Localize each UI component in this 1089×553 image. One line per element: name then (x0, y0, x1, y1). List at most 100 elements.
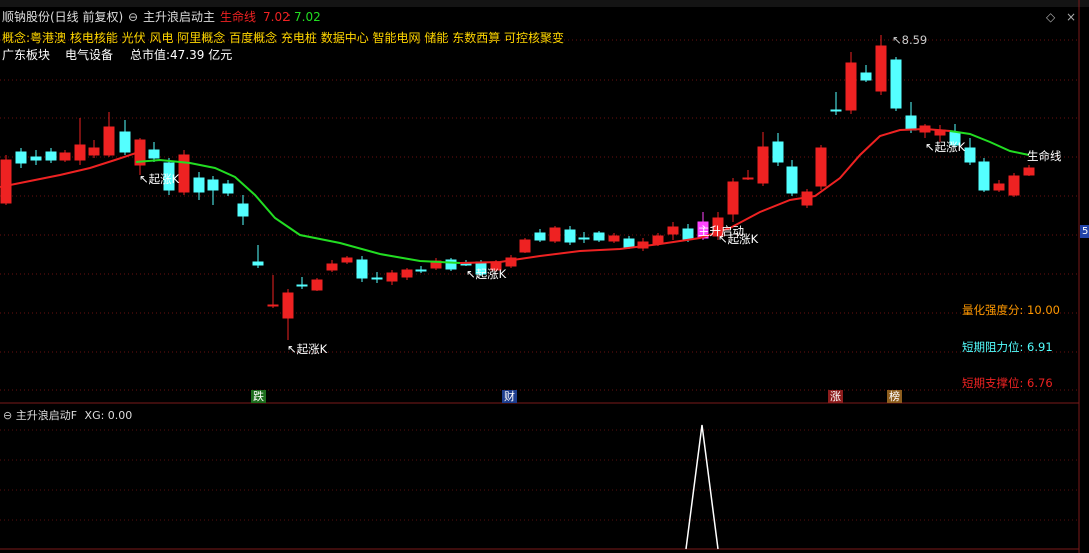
candle-body (267, 304, 279, 307)
start-k-label: ↖起涨K (139, 172, 180, 186)
candle-body (1008, 175, 1020, 196)
candle-body (252, 261, 264, 266)
candlestick (1023, 165, 1035, 176)
candlestick (890, 57, 902, 111)
candle-body (193, 177, 205, 193)
candlestick (757, 132, 769, 186)
start-k-label: ↖起涨K (466, 267, 507, 281)
candlestick (845, 52, 857, 114)
candlestick (30, 150, 42, 165)
candle-body (415, 269, 427, 272)
candle-body (978, 161, 990, 191)
candlestick (519, 238, 531, 253)
candle-body (386, 272, 398, 282)
candle-body (1023, 167, 1035, 176)
candlestick (772, 133, 784, 166)
candle-body (845, 62, 857, 111)
candle-body (519, 239, 531, 253)
candlestick (534, 229, 546, 242)
candlestick (578, 232, 590, 243)
candle-body (45, 151, 57, 161)
sub-signal-panel (685, 424, 719, 550)
candle-body (549, 227, 561, 242)
sub-panel-title: ⊖ 主升浪启动F XG: 0.00 (3, 409, 133, 422)
start-k-label: ↖起涨K (718, 232, 759, 246)
candlestick-series (0, 35, 1035, 340)
candlestick (59, 150, 71, 162)
candlestick (637, 238, 649, 251)
candle-body (148, 149, 160, 159)
candlestick (386, 270, 398, 285)
candle-body (786, 166, 798, 194)
candlestick (282, 289, 294, 340)
candlestick (608, 233, 620, 243)
event-mark-list[interactable]: 榜 (887, 390, 902, 403)
candle-body (772, 141, 784, 163)
candlestick (1008, 173, 1020, 197)
candlestick (311, 278, 323, 291)
candlestick (564, 226, 576, 245)
candle-body (564, 229, 576, 243)
resistance-metric: 短期阻力位: 6.91 (962, 340, 1053, 354)
candlestick (134, 138, 146, 175)
candle-body (119, 131, 131, 153)
event-mark-finance[interactable]: 财 (502, 390, 517, 403)
candlestick (978, 158, 990, 192)
candlestick (88, 140, 100, 158)
candlestick (252, 245, 264, 268)
candlestick (341, 256, 353, 264)
candlestick (267, 275, 279, 308)
event-mark-rise[interactable]: 涨 (828, 390, 843, 403)
candle-body (326, 263, 338, 271)
xg-signal-spike (685, 424, 719, 550)
candlestick (593, 231, 605, 242)
candle-body (534, 232, 546, 241)
candle-body (682, 228, 694, 240)
candle-body (207, 179, 219, 191)
candlestick (430, 258, 442, 270)
candle-body (875, 45, 887, 92)
candlestick (178, 150, 190, 195)
candlestick (742, 170, 754, 180)
candlestick (296, 277, 308, 289)
candle-body (667, 226, 679, 235)
candle-body (401, 269, 413, 278)
candle-body (815, 147, 827, 187)
candle-body (578, 237, 590, 240)
candle-body (178, 154, 190, 193)
kline-chart[interactable] (0, 0, 1089, 553)
candle-body (830, 109, 842, 112)
support-metric: 短期支撑位: 6.76 (962, 376, 1053, 390)
candle-body (103, 126, 115, 156)
candlestick (830, 92, 842, 115)
candlestick (401, 268, 413, 280)
candle-body (0, 159, 12, 204)
candlestick (964, 138, 976, 165)
candlestick (222, 180, 234, 196)
candle-body (890, 59, 902, 109)
candlestick (445, 258, 457, 271)
event-mark-fall[interactable]: 跌 (251, 390, 266, 403)
candlestick (148, 142, 160, 162)
candlestick (45, 148, 57, 163)
lifeline-end-label: 生命线 (1027, 149, 1062, 163)
candle-body (742, 177, 754, 180)
candlestick (875, 35, 887, 95)
candle-body (445, 259, 457, 270)
peak-price-label: ↖8.59 (892, 33, 928, 47)
candle-body (964, 147, 976, 163)
candlestick (905, 102, 917, 133)
candle-body (623, 238, 635, 248)
candle-body (608, 235, 620, 242)
candle-body (311, 279, 323, 291)
candlestick (919, 124, 931, 138)
candle-body (727, 181, 739, 215)
candle-body (371, 277, 383, 280)
candle-body (59, 152, 71, 161)
candle-body (74, 144, 86, 161)
start-k-label: ↖起涨K (925, 140, 966, 154)
candle-body (237, 203, 249, 217)
sub-collapse-icon[interactable]: ⊖ (3, 409, 12, 422)
candle-body (88, 147, 100, 156)
candle-body (222, 183, 234, 194)
